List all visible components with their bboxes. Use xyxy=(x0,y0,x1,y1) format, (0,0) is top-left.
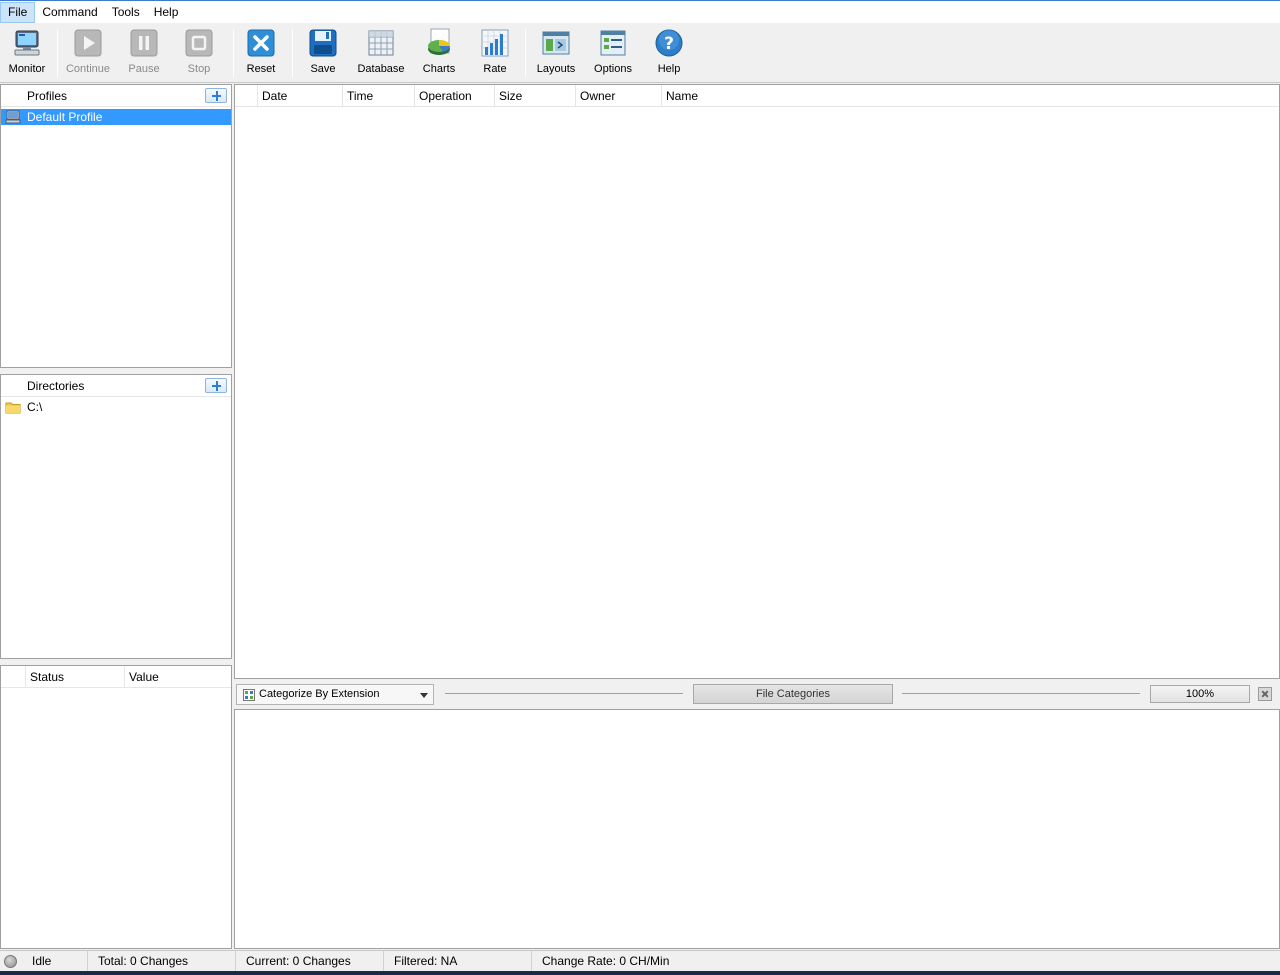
stop-icon xyxy=(183,27,215,59)
directories-title: Directories xyxy=(27,379,85,393)
computer-icon xyxy=(5,110,21,124)
profile-item-label: Default Profile xyxy=(27,110,103,124)
help-label: Help xyxy=(657,63,681,75)
category-grid-icon xyxy=(243,689,255,701)
toolbar-separator xyxy=(525,29,526,77)
menu-bar: File Command Tools Help xyxy=(0,0,1280,23)
layouts-icon xyxy=(540,27,572,59)
size-column-header[interactable]: Size xyxy=(494,85,575,107)
operation-column-header[interactable]: Operation xyxy=(414,85,494,107)
directory-item-label: C:\ xyxy=(27,400,43,414)
play-icon xyxy=(72,27,104,59)
taskbar-edge xyxy=(0,971,1280,975)
menu-tools[interactable]: Tools xyxy=(105,2,147,23)
status-column-header[interactable]: Status xyxy=(25,666,125,688)
toolbar-separator xyxy=(57,29,58,77)
filtered-count: Filtered: NA xyxy=(384,951,532,972)
toolbar-separator xyxy=(292,29,293,77)
continue-label: Continue xyxy=(65,63,111,75)
reset-label: Reset xyxy=(246,63,276,75)
rate-label: Rate xyxy=(483,63,507,75)
svg-text:?: ? xyxy=(664,34,674,54)
app-window: File Command Tools Help Monitor Continue… xyxy=(0,0,1280,975)
floppy-disk-icon xyxy=(307,27,339,59)
divider xyxy=(902,693,1140,694)
database-grid-icon xyxy=(365,27,397,59)
monitor-button[interactable]: Monitor xyxy=(6,27,48,79)
pause-button[interactable]: Pause xyxy=(126,27,162,79)
toolbar-separator xyxy=(233,29,234,77)
options-button[interactable]: Options xyxy=(592,27,634,79)
monitor-label: Monitor xyxy=(8,63,46,75)
rate-button[interactable]: Rate xyxy=(478,27,512,79)
folder-icon xyxy=(5,400,21,414)
layouts-button[interactable]: Layouts xyxy=(535,27,577,79)
charts-label: Charts xyxy=(422,63,456,75)
database-button[interactable]: Database xyxy=(356,27,406,79)
directories-panel: Directories C:\ xyxy=(0,374,232,659)
date-column-header[interactable]: Date xyxy=(257,85,342,107)
save-button[interactable]: Save xyxy=(306,27,340,79)
status-grid-header: Status Value xyxy=(1,666,231,688)
pie-chart-icon xyxy=(423,27,455,59)
profiles-panel: Profiles Default Profile xyxy=(0,84,232,368)
close-categories-button[interactable] xyxy=(1258,687,1272,701)
directories-header: Directories xyxy=(1,375,231,397)
chevron-down-icon xyxy=(420,693,428,698)
help-button[interactable]: ? Help xyxy=(652,27,686,79)
options-list-icon xyxy=(597,27,629,59)
add-directory-button[interactable] xyxy=(205,378,227,393)
status-panel: Status Value xyxy=(0,665,232,949)
zoom-level[interactable]: 100% xyxy=(1150,685,1250,703)
pause-icon xyxy=(128,27,160,59)
pause-label: Pause xyxy=(128,63,160,75)
events-grid: Date Time Operation Size Owner Name xyxy=(234,84,1280,679)
save-label: Save xyxy=(310,63,336,75)
categories-chart-area xyxy=(234,709,1280,949)
categories-toolbar: Categorize By Extension File Categories … xyxy=(234,680,1280,708)
profiles-title: Profiles xyxy=(27,89,68,103)
profile-item[interactable]: Default Profile xyxy=(1,109,231,125)
continue-button[interactable]: Continue xyxy=(64,27,112,79)
menu-file[interactable]: File xyxy=(0,1,36,23)
status-bar: Idle Total: 0 Changes Current: 0 Changes… xyxy=(0,950,1280,972)
menu-command[interactable]: Command xyxy=(35,2,104,23)
toolbar: Monitor Continue Pause Stop Reset Save D… xyxy=(0,23,1280,83)
file-categories-title: File Categories xyxy=(693,684,893,704)
value-column-header[interactable]: Value xyxy=(124,666,232,688)
stop-label: Stop xyxy=(187,63,211,75)
categorize-dropdown-value: Categorize By Extension xyxy=(259,688,380,700)
help-question-icon: ? xyxy=(653,27,685,59)
owner-column-header[interactable]: Owner xyxy=(575,85,661,107)
charts-button[interactable]: Charts xyxy=(420,27,458,79)
change-rate: Change Rate: 0 CH/Min xyxy=(542,954,670,968)
add-profile-button[interactable] xyxy=(205,88,227,103)
menu-help[interactable]: Help xyxy=(147,2,186,23)
bar-chart-icon xyxy=(479,27,511,59)
monitor-icon xyxy=(11,27,43,59)
directory-item[interactable]: C:\ xyxy=(1,399,231,415)
layouts-label: Layouts xyxy=(536,63,576,75)
reset-button[interactable]: Reset xyxy=(244,27,278,79)
state-segment: Idle xyxy=(0,951,88,972)
database-label: Database xyxy=(357,63,405,75)
current-changes: Current: 0 Changes xyxy=(236,951,384,972)
stop-button[interactable]: Stop xyxy=(182,27,216,79)
events-grid-header: Date Time Operation Size Owner Name xyxy=(235,85,1279,107)
profiles-header: Profiles xyxy=(1,85,231,107)
state-text: Idle xyxy=(32,954,52,968)
divider xyxy=(445,693,683,694)
time-column-header[interactable]: Time xyxy=(342,85,414,107)
total-changes: Total: 0 Changes xyxy=(88,951,236,972)
status-led-icon xyxy=(4,955,17,968)
close-x-icon xyxy=(245,27,277,59)
name-column-header[interactable]: Name xyxy=(661,85,1279,107)
options-label: Options xyxy=(594,63,632,75)
categorize-dropdown[interactable]: Categorize By Extension xyxy=(236,684,434,705)
